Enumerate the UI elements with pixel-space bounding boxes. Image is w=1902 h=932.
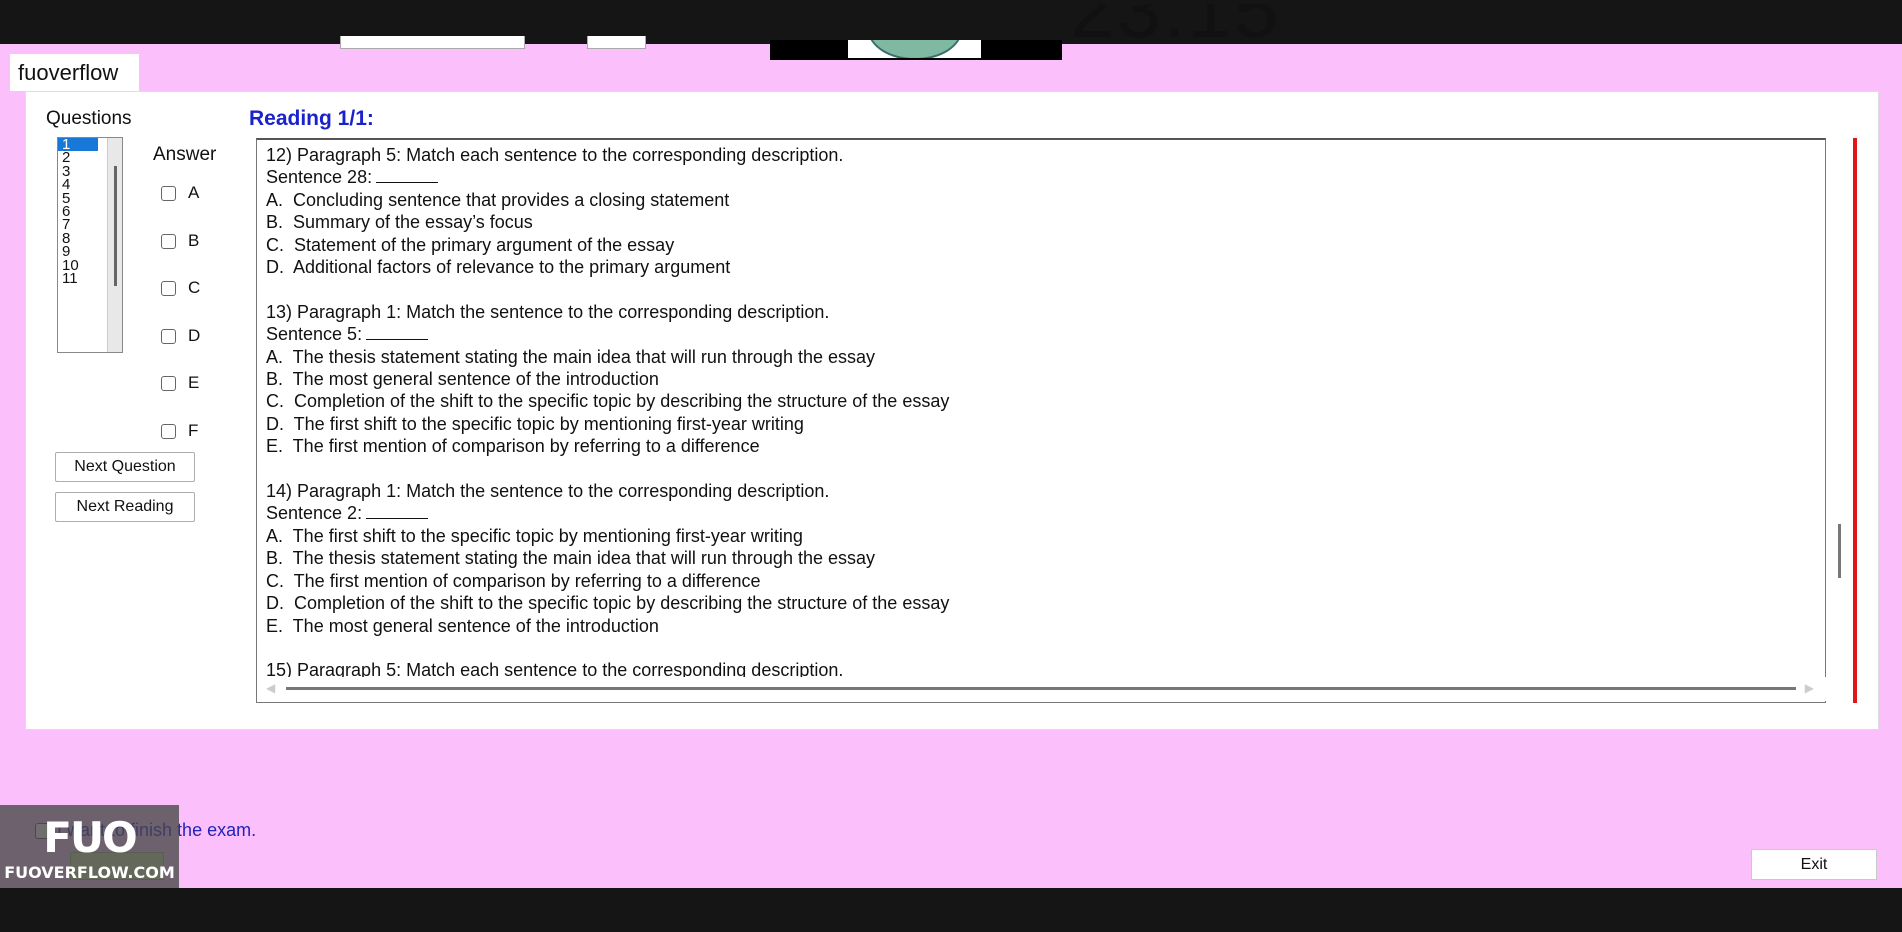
sentence-line: Sentence 2: bbox=[266, 502, 949, 524]
choice-line: D. The first shift to the specific topic… bbox=[266, 413, 804, 434]
top-field-1 bbox=[340, 36, 525, 49]
questions-list[interactable]: 1 2 3 4 5 6 7 8 9 10 11 bbox=[57, 137, 123, 353]
answer-option-b[interactable]: B bbox=[161, 230, 199, 252]
answer-option-f[interactable]: F bbox=[161, 420, 198, 442]
exam-timer: 23:15 bbox=[1070, 4, 1300, 44]
sentence-label: Sentence 2: bbox=[266, 503, 363, 524]
choice-line: C. Completion of the shift to the specif… bbox=[266, 391, 950, 412]
next-reading-button[interactable]: Next Reading bbox=[55, 492, 195, 522]
choice-line: E. The most general sentence of the intr… bbox=[266, 615, 659, 636]
brand-tab: fuoverflow bbox=[10, 54, 139, 91]
globe-icon bbox=[868, 40, 962, 58]
watermark-logo: FUO FUOVERFLOW.COM bbox=[0, 805, 179, 889]
reading-h-scrollbar[interactable]: ◀ ▶ bbox=[258, 677, 1828, 701]
logo-site: FUOVERFLOW.COM bbox=[4, 863, 175, 882]
reading-textbox[interactable]: 12) Paragraph 5: Match each sentence to … bbox=[256, 138, 1826, 703]
option-label: F bbox=[188, 421, 199, 440]
choice-line: D. Completion of the shift to the specif… bbox=[266, 593, 950, 614]
answer-blank bbox=[366, 325, 429, 341]
question-prompt: 14) Paragraph 1: Match the sentence to t… bbox=[266, 481, 830, 502]
sentence-line: Sentence 5: bbox=[266, 323, 949, 345]
checkbox[interactable] bbox=[161, 280, 176, 296]
choice-line: B. The most general sentence of the intr… bbox=[266, 369, 659, 390]
checkbox[interactable] bbox=[161, 423, 176, 439]
checkbox[interactable] bbox=[161, 375, 176, 391]
top-field-2 bbox=[587, 36, 646, 49]
answer-title: Answer bbox=[153, 144, 217, 165]
option-label: C bbox=[188, 278, 201, 297]
questions-title: Questions bbox=[46, 108, 132, 129]
choice-line: D. Additional factors of relevance to th… bbox=[266, 257, 731, 278]
answer-option-c[interactable]: C bbox=[161, 277, 200, 299]
top-bar: 23:15 bbox=[0, 0, 1902, 44]
checkbox[interactable] bbox=[161, 233, 176, 249]
question-prompt: 13) Paragraph 1: Match the sentence to t… bbox=[266, 301, 830, 322]
red-marker-line bbox=[1853, 138, 1857, 703]
answer-blank bbox=[366, 504, 429, 520]
logo-mark: FUO bbox=[43, 813, 138, 862]
choice-line: B. Summary of the essay’s focus bbox=[266, 212, 533, 233]
sentence-line: Sentence 28: bbox=[266, 166, 949, 188]
exit-button[interactable]: Exit bbox=[1751, 849, 1877, 880]
answer-option-d[interactable]: D bbox=[161, 325, 200, 347]
checkbox[interactable] bbox=[161, 328, 176, 344]
choice-line: A. Concluding sentence that provides a c… bbox=[266, 189, 730, 210]
choice-line: C. Statement of the primary argument of … bbox=[266, 234, 675, 255]
scrollbar-thumb[interactable] bbox=[114, 166, 117, 286]
answer-option-a[interactable]: A bbox=[161, 182, 199, 204]
scroll-left-icon[interactable]: ◀ bbox=[266, 681, 275, 695]
timer-text: 23:15 bbox=[1070, 4, 1280, 44]
option-label: B bbox=[188, 231, 200, 250]
answer-option-e[interactable]: E bbox=[161, 372, 199, 394]
questions-scrollbar[interactable] bbox=[107, 138, 122, 352]
reading-title: Reading 1/1: bbox=[249, 107, 374, 130]
option-label: D bbox=[188, 326, 201, 345]
reading-content: 12) Paragraph 5: Match each sentence to … bbox=[266, 144, 949, 682]
option-label: E bbox=[188, 373, 200, 392]
scroll-right-icon[interactable]: ▶ bbox=[1805, 681, 1814, 695]
bottom-bar bbox=[0, 888, 1902, 932]
sentence-label: Sentence 28: bbox=[266, 167, 373, 188]
question-prompt: 12) Paragraph 5: Match each sentence to … bbox=[266, 145, 844, 165]
choice-line: B. The thesis statement stating the main… bbox=[266, 548, 876, 569]
checkbox[interactable] bbox=[161, 185, 176, 201]
choice-line: A. The first shift to the specific topic… bbox=[266, 525, 803, 546]
choice-line: C. The first mention of comparison by re… bbox=[266, 570, 761, 591]
sentence-label: Sentence 5: bbox=[266, 324, 363, 345]
answer-blank bbox=[376, 168, 439, 184]
scrollbar-thumb[interactable] bbox=[286, 687, 1796, 690]
choice-line: A. The thesis statement stating the main… bbox=[266, 346, 876, 367]
reading-v-scroll-thumb[interactable] bbox=[1838, 524, 1841, 578]
choice-line: E. The first mention of comparison by re… bbox=[266, 436, 760, 457]
next-question-button[interactable]: Next Question bbox=[55, 452, 195, 482]
option-label: A bbox=[188, 183, 200, 202]
question-item[interactable]: 11 bbox=[58, 271, 98, 286]
globe-image bbox=[848, 40, 981, 58]
